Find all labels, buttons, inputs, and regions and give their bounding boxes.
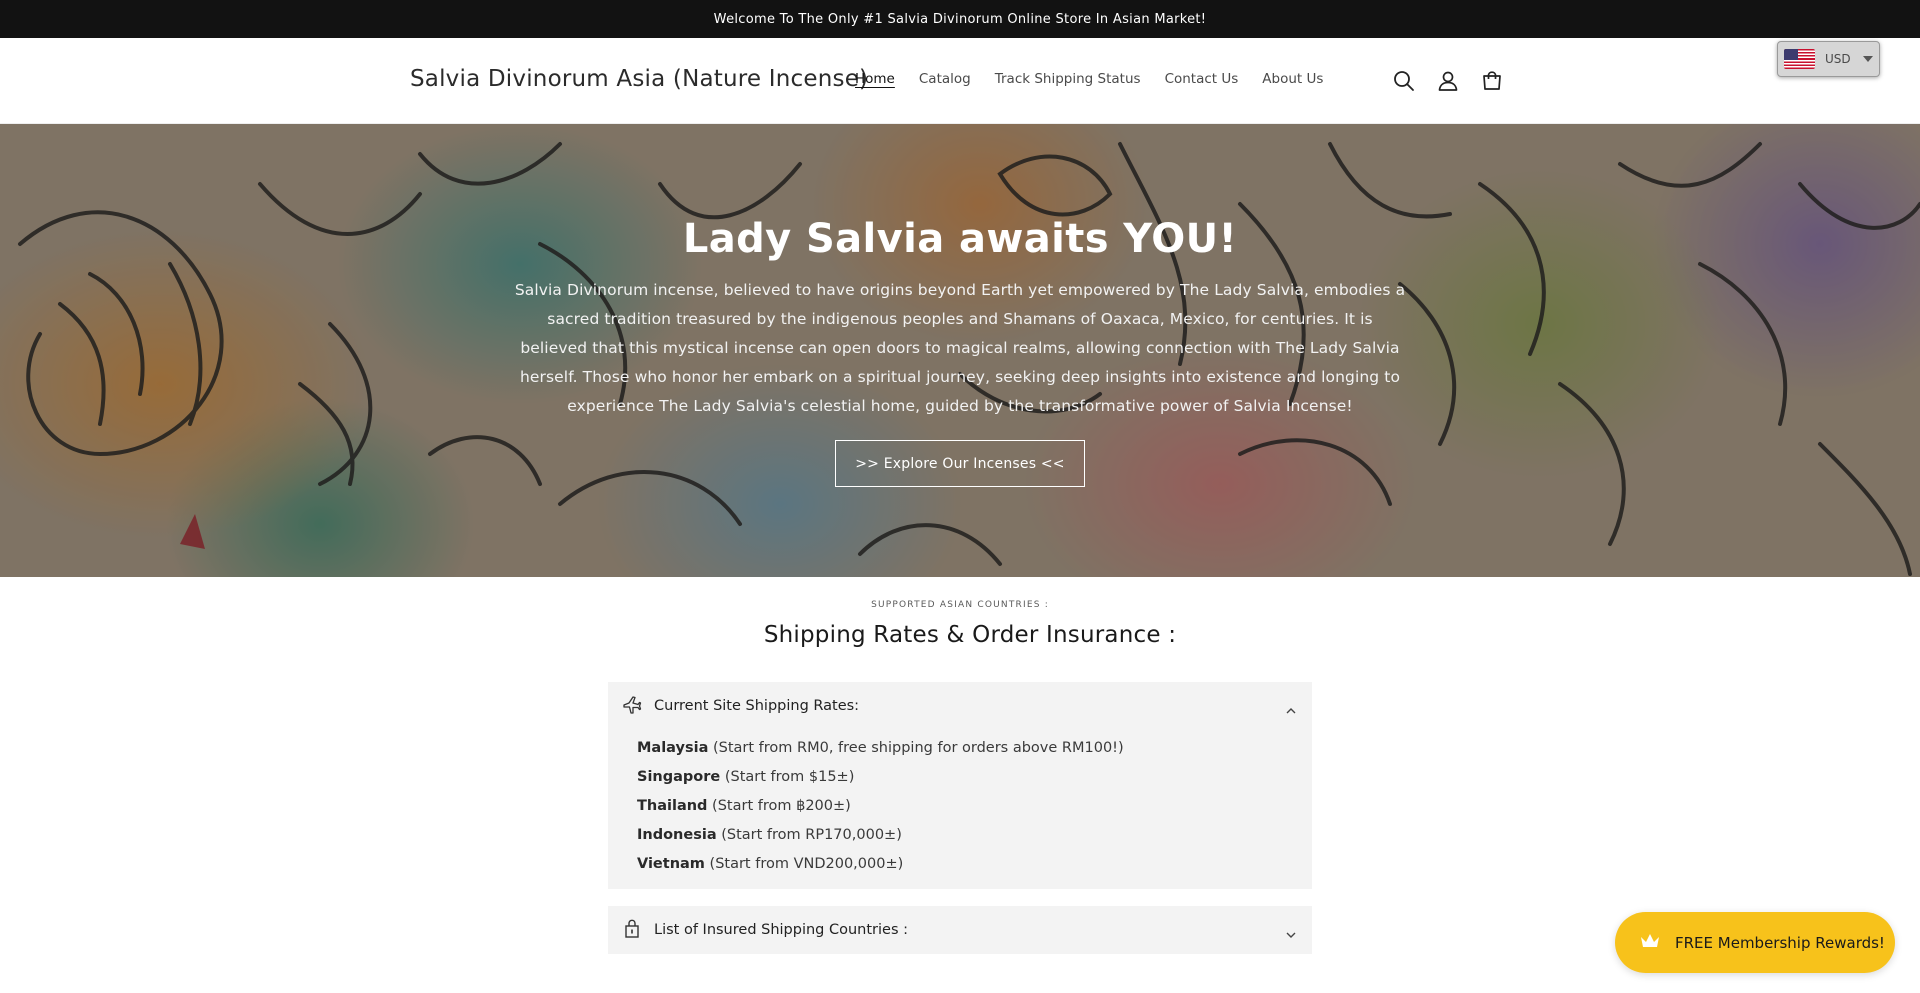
nav-home[interactable]: Home: [855, 71, 895, 87]
accordion-content: Malaysia (Start from RM0, free shipping …: [608, 730, 1312, 889]
membership-rewards-button[interactable]: FREE Membership Rewards!: [1615, 912, 1895, 973]
nav-about[interactable]: About Us: [1262, 71, 1323, 87]
list-item: Vietnam (Start from VND200,000±): [637, 856, 904, 872]
chevron-down-icon: [1862, 56, 1873, 62]
accordion-header[interactable]: Current Site Shipping Rates:: [608, 682, 1312, 730]
hero-banner: Lady Salvia awaits YOU! Salvia Divinorum…: [0, 124, 1920, 577]
list-item: Indonesia (Start from RP170,000±): [637, 827, 902, 843]
nav-track-shipping[interactable]: Track Shipping Status: [995, 71, 1141, 87]
hero-description: Salvia Divinorum incense, believed to ha…: [514, 281, 1406, 415]
chevron-up-icon[interactable]: [1286, 700, 1296, 719]
accordion-insured-countries: List of Insured Shipping Countries :: [608, 906, 1312, 954]
us-flag-icon: [1784, 49, 1815, 69]
explore-incenses-button[interactable]: >> Explore Our Incenses <<: [835, 440, 1085, 487]
rewards-label: FREE Membership Rewards!: [1675, 933, 1885, 952]
lock-icon: [622, 918, 642, 942]
list-item: Malaysia (Start from RM0, free shipping …: [637, 740, 1124, 756]
crown-icon: [1639, 932, 1661, 954]
accordion-title: List of Insured Shipping Countries :: [654, 922, 909, 938]
announcement-bar: Welcome To The Only #1 Salvia Divinorum …: [0, 0, 1920, 38]
list-item: Thailand (Start from ฿200±): [637, 798, 851, 814]
currency-code: USD: [1825, 52, 1851, 66]
cart-icon[interactable]: [1479, 68, 1505, 94]
section-title: Shipping Rates & Order Insurance :: [763, 622, 1177, 648]
search-icon[interactable]: [1391, 68, 1417, 94]
currency-selector[interactable]: USD: [1777, 41, 1880, 77]
nav-catalog[interactable]: Catalog: [919, 71, 971, 87]
accordion-shipping-rates: Current Site Shipping Rates: Malaysia (S…: [608, 682, 1312, 889]
site-header: Salvia Divinorum Asia (Nature Incense) H…: [0, 38, 1920, 124]
accordion-title: Current Site Shipping Rates:: [654, 698, 860, 714]
list-item: Singapore (Start from $15±): [637, 769, 855, 785]
announcement-text: Welcome To The Only #1 Salvia Divinorum …: [713, 11, 1207, 27]
brand-logo[interactable]: Salvia Divinorum Asia (Nature Incense): [410, 66, 868, 92]
hero-title: Lady Salvia awaits YOU!: [682, 216, 1238, 262]
account-icon[interactable]: [1435, 68, 1461, 94]
chevron-down-icon[interactable]: [1286, 924, 1296, 943]
nav-contact[interactable]: Contact Us: [1165, 71, 1239, 87]
section-caption: SUPPORTED ASIAN COUNTRIES :: [871, 600, 1049, 610]
accordion-header[interactable]: List of Insured Shipping Countries :: [608, 906, 1312, 954]
main-nav: Home Catalog Track Shipping Status Conta…: [855, 71, 1347, 87]
airplane-icon: [622, 694, 642, 718]
